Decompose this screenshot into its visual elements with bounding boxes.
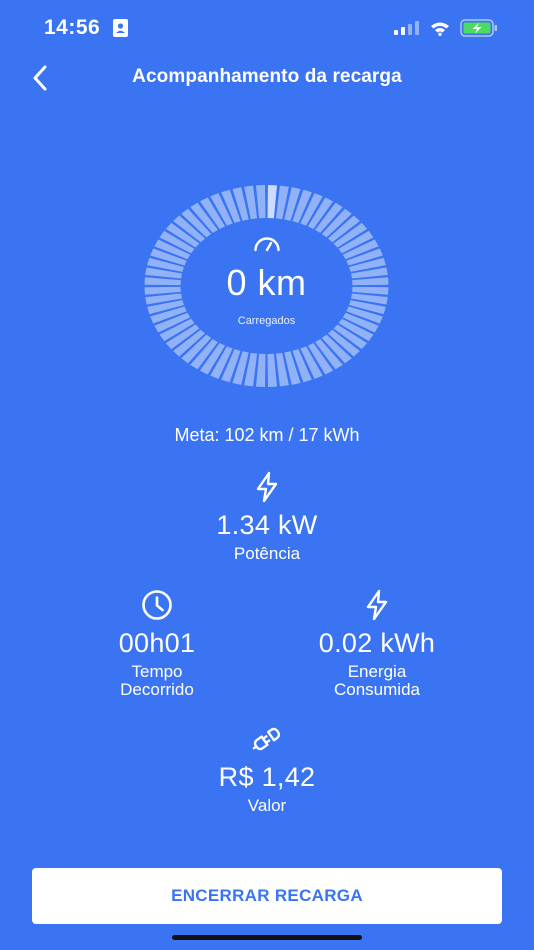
price-stat: R$ 1,42 Valor [167, 722, 367, 815]
energy-label-line1: Energia [347, 662, 407, 681]
energy-label: Energia Consumida [277, 663, 477, 699]
nav-bar: Acompanhamento da recarga [0, 58, 534, 98]
status-time: 14:56 [44, 16, 101, 39]
range-label: Carregados [237, 315, 296, 327]
energy-stat: 0.02 kWh Energia Consumida [277, 588, 477, 699]
price-label: Valor [247, 796, 287, 815]
cellular-signal-icon [394, 21, 420, 40]
range-value: 0 km [226, 262, 307, 303]
gauge-segment [255, 353, 266, 387]
charging-goal: Meta: 102 km / 17 kWh [174, 425, 360, 445]
elapsed-label-line1: Tempo [131, 662, 183, 681]
status-bar: 14:56 [0, 0, 534, 58]
gauge-segment [267, 185, 278, 219]
power-value: 1.34 kW [216, 510, 318, 540]
clock-icon [57, 588, 257, 622]
lightning-icon [277, 588, 477, 622]
home-indicator [172, 935, 362, 940]
elapsed-time-value: 00h01 [118, 628, 196, 658]
contact-card-icon [113, 19, 128, 42]
energy-value: 0.02 kWh [318, 628, 436, 658]
elapsed-time-stat: 00h01 Tempo Decorrido [57, 588, 257, 699]
power-label: Potência [233, 544, 301, 563]
price-value: R$ 1,42 [218, 762, 316, 792]
battery-charging-icon [460, 19, 498, 42]
speedometer-icon [144, 235, 389, 253]
status-indicators [394, 19, 498, 42]
energy-label-line2: Consumida [334, 680, 420, 699]
lightning-icon [167, 470, 367, 504]
wifi-icon [430, 21, 450, 41]
page-title: Acompanhamento da recarga [132, 66, 402, 87]
gauge-segment [267, 353, 278, 387]
gauge-segment [255, 185, 266, 219]
plug-icon [167, 722, 367, 756]
range-gauge: 0 km Carregados [144, 185, 389, 387]
elapsed-time-label: Tempo Decorrido [57, 663, 257, 699]
power-stat: 1.34 kW Potência [167, 470, 367, 563]
end-charging-button[interactable]: ENCERRAR RECARGA [32, 868, 502, 924]
elapsed-label-line2: Decorrido [120, 680, 194, 699]
